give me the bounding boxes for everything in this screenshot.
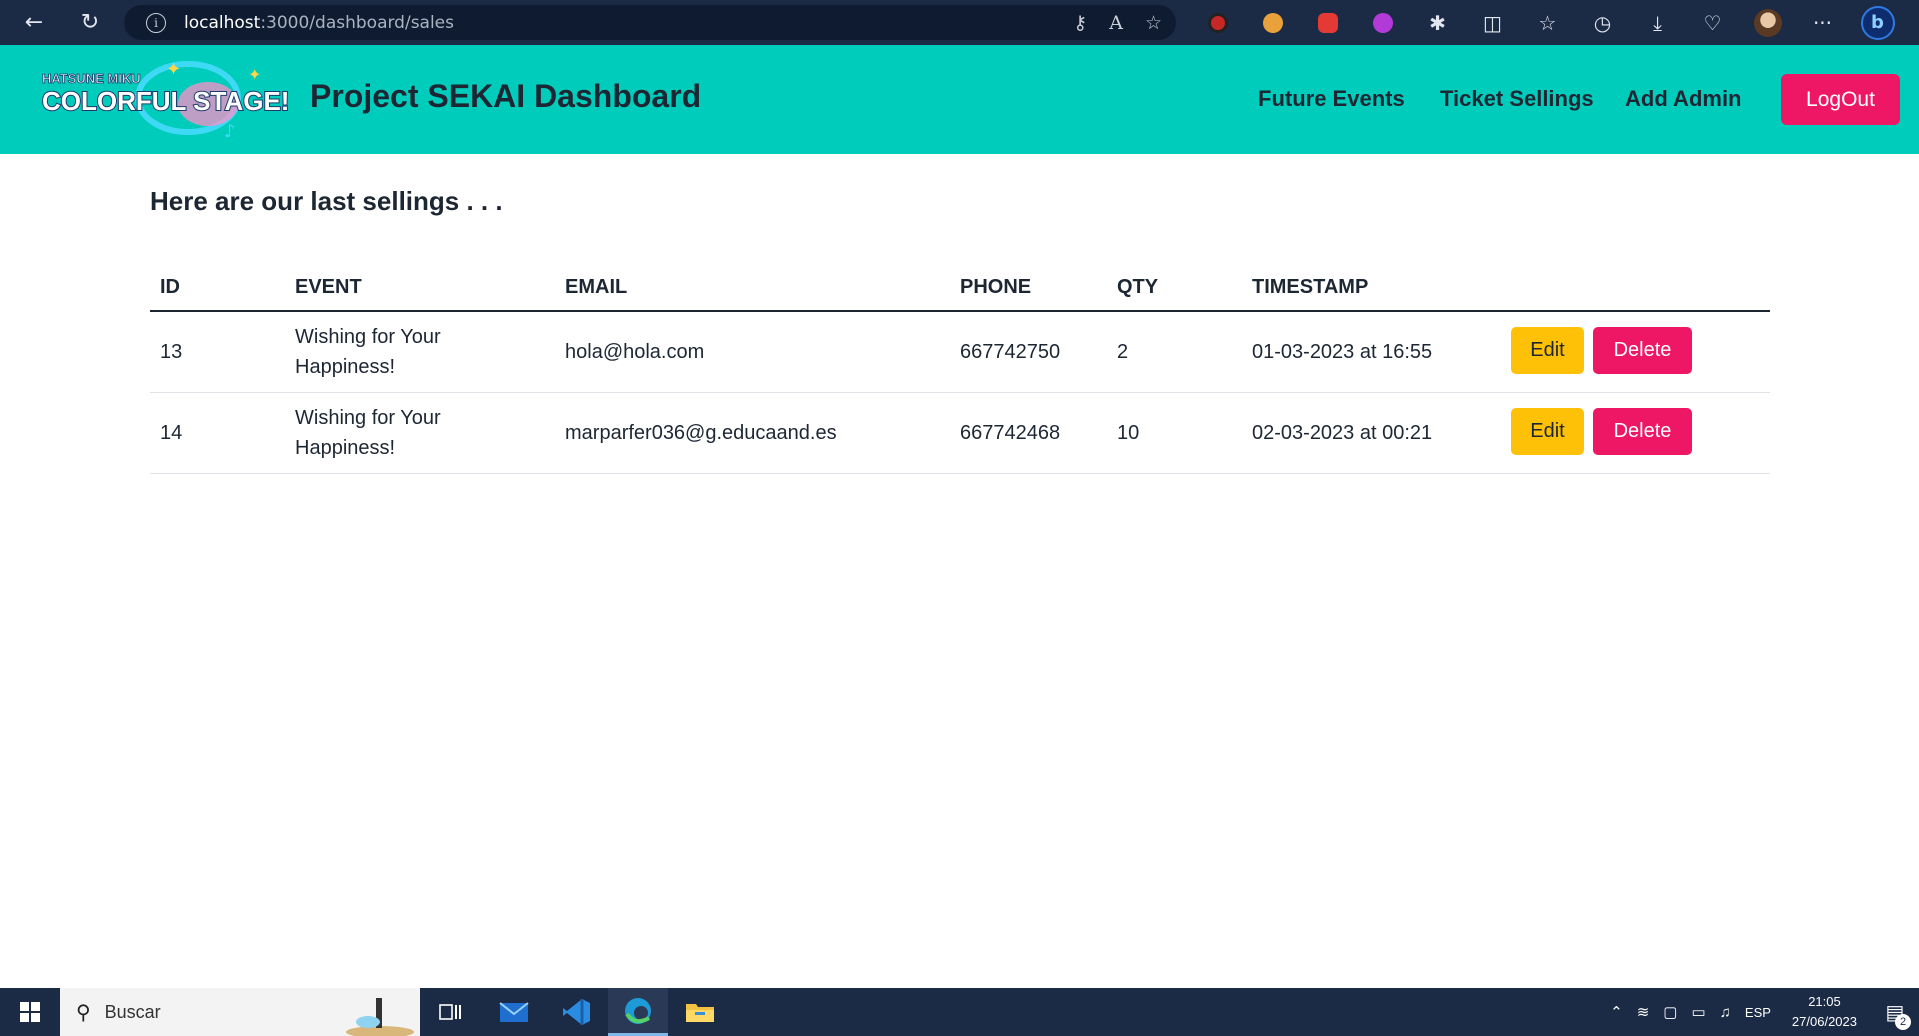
page-title: Project SEKAI Dashboard bbox=[310, 78, 702, 114]
vscode-app-icon[interactable] bbox=[546, 988, 606, 1036]
task-view-icon[interactable] bbox=[420, 988, 480, 1036]
favorite-star-icon[interactable]: ☆ bbox=[1145, 12, 1162, 34]
col-timestamp: TIMESTAMP bbox=[1252, 276, 1369, 298]
nav-future-events[interactable]: Future Events bbox=[1258, 86, 1405, 112]
language-indicator[interactable]: ESP bbox=[1745, 1005, 1771, 1020]
notifications-icon[interactable]: ▤ 2 bbox=[1871, 988, 1919, 1036]
url-text[interactable]: localhost:3000/dashboard/sales bbox=[184, 13, 454, 33]
nav-add-admin[interactable]: Add Admin bbox=[1625, 86, 1742, 112]
cell-qty: 10 bbox=[1117, 422, 1140, 444]
cell-event-line1: Wishing for Your bbox=[295, 407, 441, 429]
cell-qty: 2 bbox=[1117, 341, 1129, 363]
extension-red-icon[interactable] bbox=[1190, 0, 1245, 45]
system-tray: ⌃ ≋ ▢ ▭ ♫ ESP 21:05 27/06/2023 ▤ 2 bbox=[1603, 988, 1919, 1036]
history-icon[interactable]: ◷ bbox=[1575, 0, 1630, 45]
back-arrow-icon[interactable]: ← bbox=[12, 0, 56, 45]
cell-id: 14 bbox=[160, 422, 183, 444]
extension-purple-icon[interactable] bbox=[1355, 0, 1410, 45]
logo-line2: COLORFUL STAGE! bbox=[42, 86, 289, 116]
svg-text:✦: ✦ bbox=[248, 65, 261, 84]
svg-text:✦: ✦ bbox=[166, 59, 181, 80]
table-row: 13 Wishing for Your Happiness! hola@hola… bbox=[150, 312, 1770, 393]
col-email: EMAIL bbox=[565, 276, 628, 298]
cell-event: Wishing for Your Happiness! bbox=[295, 322, 441, 382]
profile-avatar[interactable] bbox=[1740, 0, 1795, 45]
cell-id: 13 bbox=[160, 341, 183, 363]
delete-button[interactable]: Delete bbox=[1593, 408, 1692, 455]
volume-icon[interactable]: ♫ bbox=[1720, 1004, 1731, 1021]
nav-ticket-sellings[interactable]: Ticket Sellings bbox=[1440, 86, 1594, 112]
cell-timestamp: 02-03-2023 at 00:21 bbox=[1252, 422, 1433, 444]
search-illustration-icon bbox=[346, 998, 414, 1036]
col-id: ID bbox=[160, 276, 180, 298]
logo-line1: HATSUNE MIKU bbox=[42, 71, 141, 86]
cell-event-line1: Wishing for Your bbox=[295, 326, 441, 348]
colorful-stage-logo[interactable]: ✦ ✦ HATSUNE MIKU COLORFUL STAGE! ♪ bbox=[38, 58, 292, 142]
table-row: 14 Wishing for Your Happiness! marparfer… bbox=[150, 393, 1770, 474]
section-heading: Here are our last sellings . . . bbox=[150, 186, 503, 216]
clock-time: 21:05 bbox=[1808, 994, 1841, 1009]
performance-heart-icon[interactable]: ♡ bbox=[1685, 0, 1740, 45]
edit-button[interactable]: Edit bbox=[1511, 408, 1584, 455]
download-icon[interactable]: ⤓ bbox=[1630, 0, 1685, 45]
battery-icon[interactable]: ▭ bbox=[1691, 1003, 1705, 1021]
windows-logo-icon bbox=[20, 1002, 40, 1022]
cell-phone: 667742468 bbox=[960, 422, 1061, 444]
extension-mushroom-icon[interactable] bbox=[1245, 0, 1300, 45]
cell-email: hola@hola.com bbox=[565, 341, 705, 363]
more-options-icon[interactable]: ··· bbox=[1795, 0, 1850, 45]
col-event: EVENT bbox=[295, 276, 362, 298]
cell-timestamp: 01-03-2023 at 16:55 bbox=[1252, 341, 1433, 363]
sales-table: ID EVENT EMAIL PHONE QTY TIMESTAMP 13 Wi… bbox=[150, 264, 1770, 474]
site-info-icon[interactable]: i bbox=[146, 12, 166, 33]
bing-letter: b bbox=[1860, 5, 1895, 40]
taskbar: ⚲ Buscar ⌃ ≋ ▢ ▭ ♫ ESP 21:05 27/06/2023 … bbox=[0, 988, 1919, 1036]
address-bar[interactable]: i localhost:3000/dashboard/sales ⚷ A ☆ bbox=[124, 5, 1176, 40]
extension-shield-icon[interactable] bbox=[1300, 0, 1355, 45]
url-path: :3000/dashboard/sales bbox=[260, 12, 455, 33]
logout-button[interactable]: LogOut bbox=[1781, 74, 1900, 125]
table-header: ID EVENT EMAIL PHONE QTY TIMESTAMP bbox=[150, 264, 1770, 312]
cell-phone: 667742750 bbox=[960, 341, 1061, 363]
key-icon[interactable]: ⚷ bbox=[1073, 12, 1087, 34]
url-host: localhost bbox=[184, 12, 261, 33]
reload-icon[interactable]: ↻ bbox=[68, 0, 112, 45]
file-explorer-icon[interactable] bbox=[670, 988, 730, 1036]
extensions-puzzle-icon[interactable]: ✱ bbox=[1410, 0, 1465, 45]
col-qty: QTY bbox=[1117, 276, 1159, 298]
wifi-icon[interactable]: ≋ bbox=[1637, 1003, 1650, 1021]
favorites-icon[interactable]: ☆ bbox=[1520, 0, 1575, 45]
notification-count: 2 bbox=[1895, 1014, 1911, 1030]
browser-toolbar: ← ↻ i localhost:3000/dashboard/sales ⚷ A… bbox=[0, 0, 1919, 45]
col-phone: PHONE bbox=[960, 276, 1032, 298]
svg-text:♪: ♪ bbox=[224, 121, 236, 142]
cell-event-line2: Happiness! bbox=[295, 356, 396, 378]
search-icon: ⚲ bbox=[76, 1001, 91, 1024]
clock[interactable]: 21:05 27/06/2023 bbox=[1792, 992, 1857, 1032]
cell-email: marparfer036@g.educaand.es bbox=[565, 422, 837, 444]
mail-app-icon[interactable] bbox=[484, 988, 544, 1036]
edge-app-icon[interactable] bbox=[608, 988, 668, 1036]
read-aloud-icon[interactable]: A bbox=[1109, 12, 1123, 34]
clock-date: 27/06/2023 bbox=[1791, 1014, 1857, 1029]
chevron-up-icon[interactable]: ⌃ bbox=[1610, 1003, 1623, 1021]
cell-event: Wishing for Your Happiness! bbox=[295, 403, 441, 463]
device-icon[interactable]: ▢ bbox=[1663, 1003, 1677, 1021]
delete-button[interactable]: Delete bbox=[1593, 327, 1692, 374]
cell-event-line2: Happiness! bbox=[295, 437, 396, 459]
edit-button[interactable]: Edit bbox=[1511, 327, 1584, 374]
start-button[interactable] bbox=[0, 988, 60, 1036]
taskbar-search[interactable]: ⚲ Buscar bbox=[60, 988, 420, 1036]
search-placeholder: Buscar bbox=[104, 1001, 161, 1022]
split-screen-icon[interactable]: ◫ bbox=[1465, 0, 1520, 45]
bing-copilot-icon[interactable]: b bbox=[1850, 0, 1905, 45]
